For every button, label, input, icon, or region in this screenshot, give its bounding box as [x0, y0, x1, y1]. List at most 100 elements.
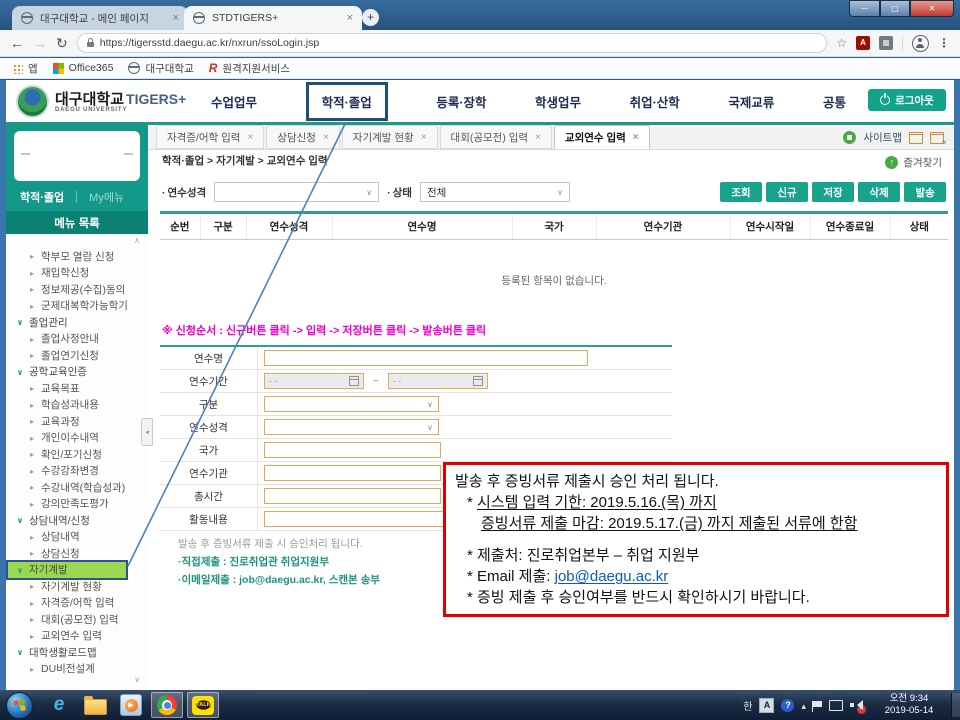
ime-help-icon[interactable]: ?	[781, 699, 794, 712]
delete-button[interactable]: 삭제	[858, 182, 900, 202]
nav-registration-scholarship[interactable]: 등록·장학	[436, 92, 486, 111]
collapse-up-icon[interactable]	[134, 236, 140, 245]
new-tab-button[interactable]: +	[362, 9, 379, 26]
action-center-flag-icon[interactable]	[813, 701, 822, 707]
sidebar-item[interactable]: 대회(공모전) 입력	[6, 611, 148, 628]
taskbar-chrome[interactable]	[151, 692, 183, 718]
nav-employment-industry[interactable]: 취업·산학	[630, 92, 680, 111]
sidebar-item[interactable]: 졸업사정안내	[6, 331, 148, 348]
status-select[interactable]: 전체	[420, 182, 570, 202]
calendar-icon[interactable]	[349, 376, 359, 386]
sidebar-tab-records[interactable]: 학적·졸업	[20, 189, 64, 205]
training-nature-form-select[interactable]	[264, 419, 439, 435]
sidebar-item[interactable]: 상담내역	[6, 529, 148, 546]
total-hours-input[interactable]	[264, 488, 441, 504]
institution-input[interactable]	[264, 465, 441, 481]
taskbar-clock[interactable]: 오전 9:34 2019-05-14	[878, 693, 940, 717]
close-tab-icon[interactable]	[173, 12, 179, 24]
sidebar-item[interactable]: 정보제공(수집)동의	[6, 281, 148, 298]
bookmark-star-icon[interactable]	[836, 34, 847, 52]
training-name-input[interactable]	[264, 350, 588, 366]
sidebar-item[interactable]: 졸업연기신청	[6, 347, 148, 364]
sidebar-item[interactable]: 강의만족도평가	[6, 496, 148, 513]
bookmark-daegu[interactable]: 대구대학교	[128, 61, 193, 76]
taskbar-ie[interactable]: e	[43, 692, 75, 718]
close-tab-icon[interactable]	[421, 131, 427, 143]
volume-muted-icon[interactable]: ✕	[850, 700, 863, 711]
content-tab-selfdev-status[interactable]: 자기계발 현황	[342, 125, 438, 149]
sidebar-item[interactable]: 재입학신청	[6, 265, 148, 282]
calendar-icon[interactable]	[473, 376, 483, 386]
sidebar-item[interactable]: 상담신청	[6, 545, 148, 562]
sidebar-group-engineering[interactable]: 공학교육인증	[6, 364, 148, 381]
scroll-down-icon[interactable]	[134, 675, 140, 684]
close-tab-icon[interactable]	[247, 131, 253, 143]
close-window-button[interactable]	[910, 0, 954, 17]
send-button[interactable]: 발송	[904, 182, 946, 202]
sitemap-link[interactable]: 사이트맵	[863, 130, 902, 145]
close-all-windows-icon[interactable]	[930, 132, 944, 144]
ime-english-indicator[interactable]: A	[759, 698, 774, 713]
minimize-button[interactable]	[849, 0, 880, 17]
taskbar-kakaotalk[interactable]: TALK	[187, 692, 219, 718]
content-tab-contest[interactable]: 대회(공모전) 입력	[440, 125, 552, 149]
maximize-button[interactable]	[880, 0, 910, 17]
start-date-input[interactable]: - -	[264, 373, 364, 389]
taskbar-media-player[interactable]: ▶	[115, 692, 147, 718]
sidebar-group-self-development[interactable]: 자기계발	[8, 562, 126, 579]
content-tab-outside-training[interactable]: 교외연수 입력	[554, 125, 650, 149]
sidebar-group-roadmap[interactable]: 대학생활로드맵	[6, 644, 148, 661]
forward-button[interactable]: →	[33, 35, 47, 51]
sidebar-group-counseling[interactable]: 상담내역/신청	[6, 512, 148, 529]
bookmark-office365[interactable]: Office365	[53, 62, 114, 74]
start-button[interactable]	[6, 692, 33, 719]
end-date-input[interactable]: - -	[388, 373, 488, 389]
sidebar-item[interactable]: 수강강좌변경	[6, 463, 148, 480]
bookmark-apps[interactable]: 앱	[12, 61, 38, 76]
add-favorite-link[interactable]: 즐겨찾기	[903, 155, 942, 170]
tray-expand-icon[interactable]	[801, 696, 806, 714]
open-window-icon[interactable]	[909, 132, 923, 144]
sidebar-item[interactable]: 교육과정	[6, 413, 148, 430]
browser-tab-daegu[interactable]: 대구대학교 - 메인 페이지	[12, 6, 188, 30]
save-button[interactable]: 저장	[812, 182, 854, 202]
back-button[interactable]: ←	[10, 35, 24, 51]
training-nature-select[interactable]	[214, 182, 379, 202]
sidebar-item[interactable]: DU비전설계	[6, 661, 148, 678]
reload-button[interactable]: ↻	[56, 35, 68, 52]
taskbar-explorer[interactable]	[79, 692, 111, 718]
nav-classes[interactable]: 수업업무	[211, 92, 257, 111]
nav-records-graduation[interactable]: 학적·졸업	[306, 82, 388, 121]
nav-common[interactable]: 공통	[823, 92, 846, 111]
search-button[interactable]: 조회	[720, 182, 762, 202]
sidebar-item-outside-training[interactable]: 교외연수 입력	[6, 628, 148, 645]
profile-icon[interactable]	[912, 35, 929, 52]
logout-button[interactable]: 로그아웃	[868, 89, 946, 111]
new-button[interactable]: 신규	[766, 182, 808, 202]
sidebar-item[interactable]: 개인이수내역	[6, 430, 148, 447]
browser-tab-stdtigers[interactable]: STDTIGERS+	[184, 6, 362, 30]
sidebar-item[interactable]: 자기계발 현황	[6, 578, 148, 595]
sidebar-item[interactable]: 교육목표	[6, 380, 148, 397]
sidebar-item[interactable]: 확인/포기신청	[6, 446, 148, 463]
country-input[interactable]	[264, 442, 441, 458]
sidebar-collapse-handle[interactable]	[141, 418, 153, 446]
nav-international[interactable]: 국제교류	[728, 92, 774, 111]
university-logo[interactable]: 대구대학교 TIGERS+ DAEGU UNIVERSITY	[16, 85, 186, 118]
extension-icon[interactable]	[879, 36, 893, 50]
menu-dots-icon[interactable]	[938, 34, 950, 52]
sidebar-item[interactable]: 학습성과내용	[6, 397, 148, 414]
close-tab-icon[interactable]	[535, 131, 541, 143]
pdf-extension-icon[interactable]: A	[856, 36, 870, 50]
sidebar-item[interactable]: 군제대복학가능학기	[6, 298, 148, 315]
close-tab-icon[interactable]	[347, 12, 353, 24]
nav-student-affairs[interactable]: 학생업무	[535, 92, 581, 111]
bookmark-remote-support[interactable]: R원격지원서비스	[209, 61, 290, 76]
close-tab-icon[interactable]	[323, 131, 329, 143]
show-desktop-button[interactable]	[951, 693, 960, 717]
sidebar-group-graduation[interactable]: 졸업관리	[6, 314, 148, 331]
sidebar-item[interactable]: 학부모 열람 신청	[6, 248, 148, 265]
sidebar-item[interactable]: 자격증/어학 입력	[6, 595, 148, 612]
sidebar-item[interactable]: 수강내역(학습성과)	[6, 479, 148, 496]
ime-korean-indicator[interactable]: 한	[743, 698, 752, 713]
